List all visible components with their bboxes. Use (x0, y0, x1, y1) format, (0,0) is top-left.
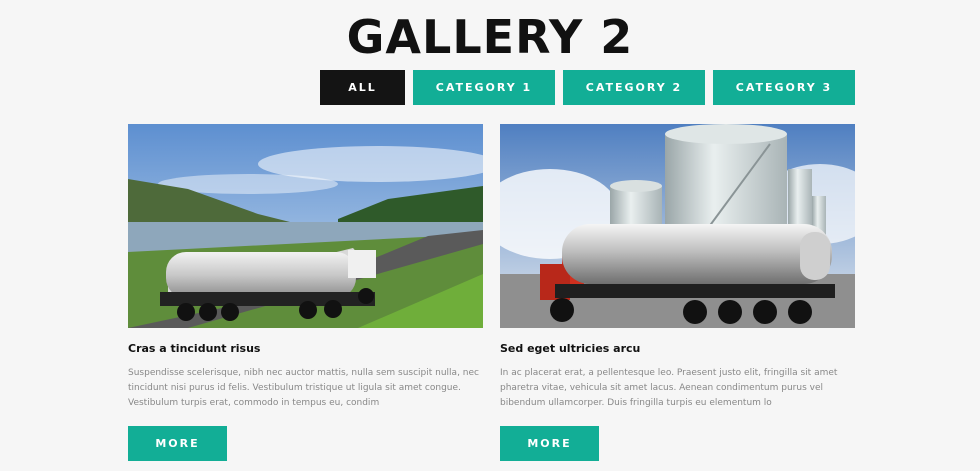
gallery-item-text: Suspendisse scelerisque, nibh nec auctor… (128, 368, 479, 408)
filter-all-button[interactable]: ALL (320, 70, 405, 105)
filter-category-2-button[interactable]: CATEGORY 2 (563, 70, 705, 105)
more-button[interactable]: MORE (128, 426, 227, 461)
gallery-item-title: Cras a tincidunt risus (128, 342, 261, 355)
gallery-item-title: Sed eget ultricies arcu (500, 342, 641, 355)
page-title: GALLERY 2 (346, 10, 634, 64)
gallery-item: Cras a tincidunt risus Suspendisse scele… (128, 124, 483, 461)
gallery-item: Sed eget ultricies arcu In ac placerat e… (500, 124, 855, 461)
filter-category-1-button[interactable]: CATEGORY 1 (413, 70, 555, 105)
gallery-image-tanker-road[interactable] (128, 124, 483, 328)
gallery-image-tanker-storage[interactable] (500, 124, 855, 328)
filter-category-3-button[interactable]: CATEGORY 3 (713, 70, 855, 105)
gallery-item-text: In ac placerat erat, a pellentesque leo.… (500, 368, 838, 408)
more-button[interactable]: MORE (500, 426, 599, 461)
